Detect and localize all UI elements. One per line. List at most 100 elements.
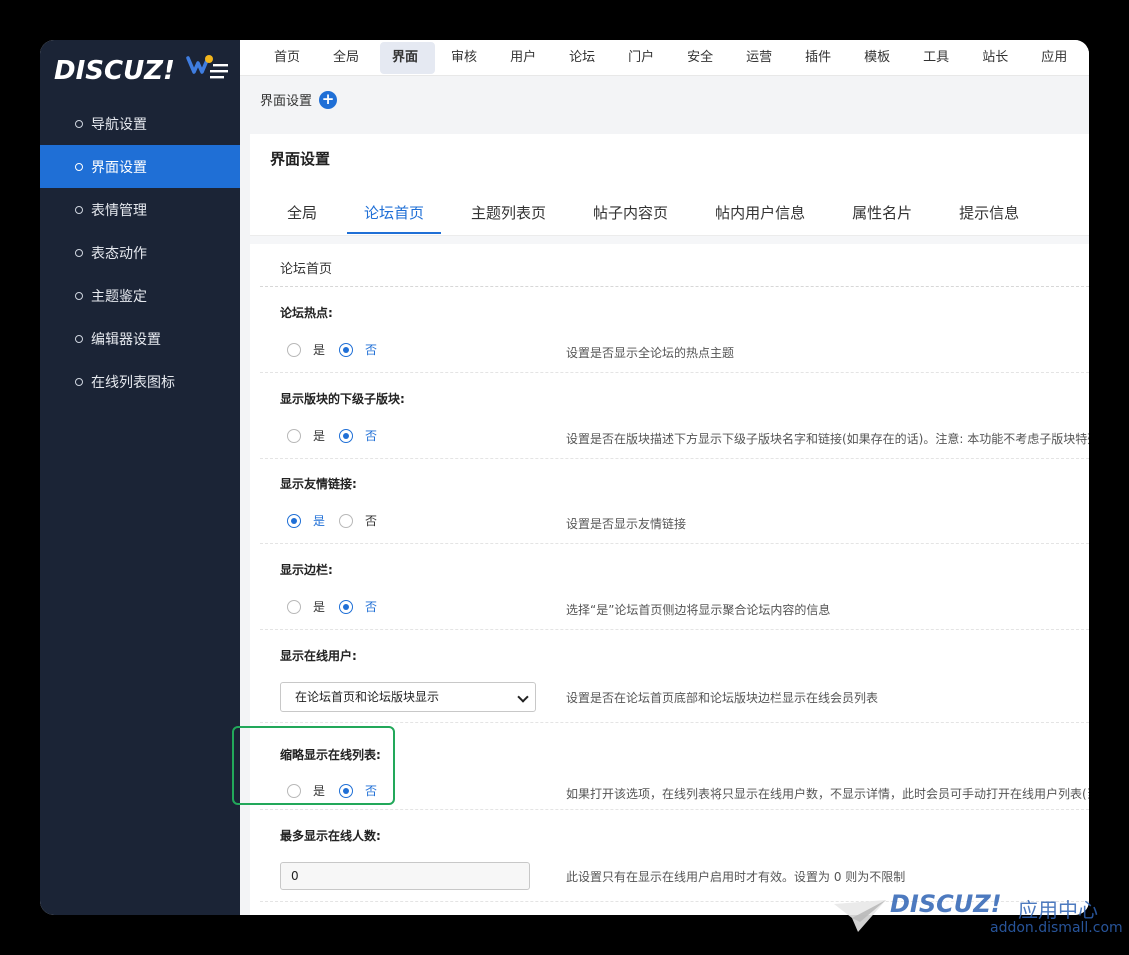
topnav-operations[interactable]: 运营 [734,42,789,74]
section-gap [250,236,1089,244]
sidebar-item-online-icons[interactable]: 在线列表图标 [40,360,240,403]
topnav-security[interactable]: 安全 [675,42,730,74]
radio-circle [339,428,354,443]
section-title: 论坛首页 [280,262,333,277]
setting-hint: 设置是否在版块描述下方显示下级子版块名字和链接(如果存在的话)。注意: 本功能不… [566,432,1089,446]
sidebar-item-label: 编辑器设置 [91,331,161,348]
radio-label: 是 [313,429,326,443]
topnav-templates[interactable]: 模板 [852,42,907,74]
setting-row-subforums: 显示版块的下级子版块: 是 否 设置是否在版块描述下方显示下级子版块名字和链接(… [260,373,1089,459]
watermark-logo: DISCUZ! [890,890,1002,918]
sidebar-item-label: 表情管理 [91,202,147,219]
menu-toggle-icon[interactable] [184,50,234,90]
radio-no[interactable]: 否 [339,598,377,615]
radio-group: 是 否 [287,598,391,615]
setting-label: 论坛热点: [280,306,333,320]
setting-hint: 选择“是”论坛首页侧边将显示聚合论坛内容的信息 [566,603,831,617]
sidebar-item-stamps[interactable]: 主题鉴定 [40,274,240,317]
page-title: 界面设置 [270,150,331,168]
app-window: DISCUZ! 导航设置 界面设置 表情管理 表态动作 主题鉴定 编辑器设置 在… [40,40,1089,915]
radio-circle [287,599,301,614]
chevron-down-icon [517,691,529,703]
topnav-global[interactable]: 全局 [321,42,376,74]
radio-circle [287,342,301,357]
sidebar-item-label: 在线列表图标 [91,374,175,391]
radio-yes[interactable]: 是 [287,341,325,358]
radio-yes[interactable]: 是 [287,598,325,615]
bullet-icon [75,248,83,257]
sidebar-item-smilies[interactable]: 表情管理 [40,188,240,231]
tab-thread-list[interactable]: 主题列表页 [454,190,563,234]
radio-circle [287,513,301,528]
topnav-apps[interactable]: 应用 [1029,42,1084,74]
topnav-interface[interactable]: 界面 [380,41,436,74]
sidebar-item-navigation[interactable]: 导航设置 [40,102,240,145]
setting-hint: 设置是否显示友情链接 [566,517,687,531]
radio-yes[interactable]: 是 [287,512,325,529]
discuz-logo[interactable]: DISCUZ! [54,50,234,90]
setting-label: 最多显示在线人数: [280,829,381,843]
setting-hint: 此设置只有在显示在线用户启用时才有效。设置为 0 则为不限制 [566,870,906,884]
topnav-founder[interactable]: 站长 [970,42,1025,74]
radio-no[interactable]: 否 [339,427,377,444]
radio-circle [339,599,354,614]
tab-global[interactable]: 全局 [270,190,334,234]
setting-row-sidebar: 显示边栏: 是 否 选择“是”论坛首页侧边将显示聚合论坛内容的信息 [260,544,1089,630]
bullet-icon [75,162,83,171]
bullet-icon [75,205,83,214]
sidebar-item-label: 导航设置 [91,116,147,133]
topnav-forum[interactable]: 论坛 [557,42,612,74]
radio-no[interactable]: 否 [339,512,377,529]
top-nav: 首页 全局 界面 审核 用户 论坛 门户 安全 运营 插件 模板 工具 站长 应… [240,40,1089,76]
topnav-moderate[interactable]: 审核 [439,42,494,74]
tab-messages[interactable]: 提示信息 [942,190,1036,234]
highlight-box [232,726,395,805]
topnav-portal[interactable]: 门户 [616,42,671,74]
sidebar-item-interface[interactable]: 界面设置 [40,145,240,188]
tab-post-user-info[interactable]: 帖内用户信息 [698,190,822,234]
topnav-tools[interactable]: 工具 [911,42,966,74]
radio-label: 否 [365,429,378,443]
topnav-home[interactable]: 首页 [262,42,317,74]
radio-label: 是 [313,343,326,357]
logo-text: DISCUZ! [54,56,175,86]
radio-label: 是 [313,600,326,614]
setting-label: 显示边栏: [280,563,333,577]
sidebar-nav: 导航设置 界面设置 表情管理 表态动作 主题鉴定 编辑器设置 在线列表图标 [40,102,240,403]
max-online-input[interactable]: 0 [280,862,530,890]
setting-label: 显示友情链接: [280,477,357,491]
setting-row-online-users: 显示在线用户: 在论坛首页和论坛版块显示 设置是否在论坛首页底部和论坛版块边栏显… [260,630,1089,723]
topnav-users[interactable]: 用户 [498,42,553,74]
sidebar: DISCUZ! 导航设置 界面设置 表情管理 表态动作 主题鉴定 编辑器设置 在… [40,40,240,915]
watermark-url: addon.dismall.com [990,920,1123,936]
radio-yes[interactable]: 是 [287,427,325,444]
setting-row-hot: 论坛热点: 是 否 设置是否显示全论坛的热点主题 [260,287,1089,373]
bullet-icon [75,119,83,128]
bullet-icon [75,291,83,300]
setting-label: 显示版块的下级子版块: [280,392,405,406]
bullet-icon [75,334,83,343]
radio-no[interactable]: 否 [339,341,377,358]
tab-profile-card[interactable]: 属性名片 [835,190,929,234]
online-users-select[interactable]: 在论坛首页和论坛版块显示 [280,682,536,712]
topnav-plugins[interactable]: 插件 [793,42,848,74]
sidebar-item-label: 界面设置 [91,159,147,176]
radio-circle [287,428,301,443]
setting-hint: 设置是否显示全论坛的热点主题 [566,346,735,360]
setting-row-links: 显示友情链接: 是 否 设置是否显示友情链接 [260,459,1089,544]
tab-forum-index[interactable]: 论坛首页 [347,190,442,234]
watermark: DISCUZ! 应用中心 addon.dismall.com [832,888,1123,948]
watermark-title: 应用中心 [1018,898,1098,922]
bullet-icon [75,377,83,386]
sidebar-item-reactions[interactable]: 表态动作 [40,231,240,274]
select-value: 在论坛首页和论坛版块显示 [295,690,440,704]
radio-group: 是 否 [287,341,391,358]
tab-post-view[interactable]: 帖子内容页 [576,190,685,234]
paper-plane-icon [834,900,886,932]
radio-circle [339,513,354,528]
radio-group: 是 否 [287,512,391,529]
radio-label: 否 [365,514,378,528]
sidebar-item-editor[interactable]: 编辑器设置 [40,317,240,360]
plus-circle-icon[interactable]: + [319,90,338,109]
breadcrumb: 界面设置 + [260,90,338,109]
